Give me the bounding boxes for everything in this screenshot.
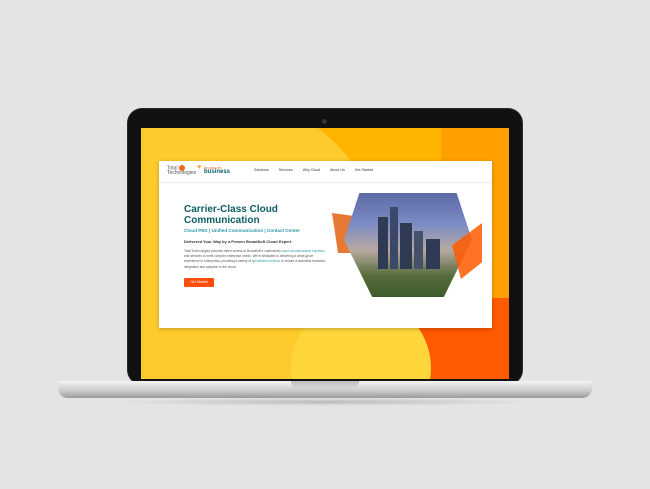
nav-get-started[interactable]: Get Started xyxy=(355,168,373,172)
website-page: Total Technologies ♥ broadsoft business … xyxy=(159,161,492,328)
hero-title: Carrier-Class Cloud Communication xyxy=(184,204,278,226)
heart-icon: ♥ xyxy=(197,164,202,171)
hero-image xyxy=(332,193,482,297)
laptop-screen: Total Technologies ♥ broadsoft business … xyxy=(141,128,509,379)
hero-subtitle: Cloud PBX | Unified Communication | Cont… xyxy=(184,228,300,233)
total-technologies-logo[interactable]: Total Technologies xyxy=(167,165,196,176)
nav-why-cloud[interactable]: Why Cloud xyxy=(303,168,321,172)
laptop-shadow xyxy=(110,398,540,406)
nav-services[interactable]: Services xyxy=(279,168,293,172)
nav-about-us[interactable]: About Us xyxy=(330,168,345,172)
logo-line2: Technologies xyxy=(167,170,197,177)
laptop-notch xyxy=(291,381,359,388)
partner-big: business xyxy=(204,169,231,175)
body-text: Total Technologies provides direct acces… xyxy=(184,249,282,253)
hero-tagline: Delivered Your Way by a Proven BroadSoft… xyxy=(184,239,292,244)
broadsoft-business-logo[interactable]: ♥ broadsoft business xyxy=(197,164,231,175)
cloud-solutions-link[interactable]: cloud communication solutions xyxy=(281,249,324,253)
hero-body: Total Technologies provides direct acces… xyxy=(184,249,329,270)
specialized-services-link[interactable]: specialized services xyxy=(252,259,280,263)
get-started-button[interactable]: Get Started xyxy=(184,278,214,287)
nav-solutions[interactable]: Solutions xyxy=(254,168,269,172)
main-nav: Solutions Services Why Cloud About Us Ge… xyxy=(254,168,382,172)
webcam-icon xyxy=(322,119,327,124)
site-header: Total Technologies ♥ broadsoft business … xyxy=(159,161,492,183)
